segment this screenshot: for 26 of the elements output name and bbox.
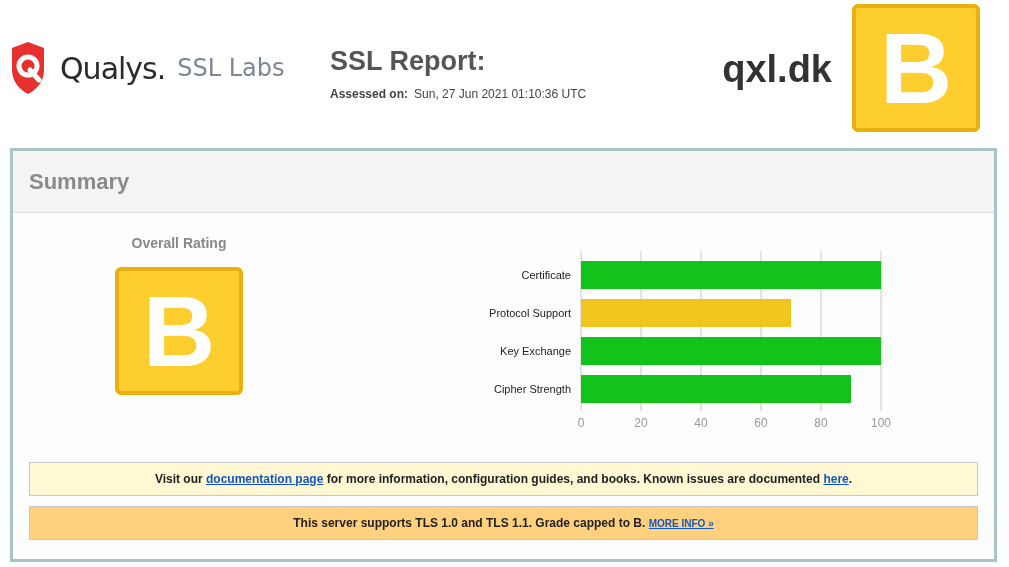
notice-message: This server supports TLS 1.0 and TLS 1.1. Grade capped to B. MORE INFO » bbox=[293, 516, 714, 530]
axis-tick-label: 40 bbox=[694, 416, 708, 430]
rating-label: Overall Rating bbox=[131, 235, 227, 251]
notice-link[interactable]: here bbox=[823, 472, 849, 486]
category-label: Protocol Support bbox=[489, 307, 571, 319]
shield-logo-icon bbox=[10, 40, 46, 96]
host-name: qxl.dk bbox=[722, 48, 832, 91]
assessed-date: Sun, 27 Jun 2021 01:10:36 UTC bbox=[414, 87, 587, 101]
category-label: Certificate bbox=[521, 269, 571, 281]
axis-tick-label: 0 bbox=[577, 416, 585, 430]
category-label: Key Exchange bbox=[500, 345, 571, 357]
axis-tick-label: 20 bbox=[634, 416, 648, 430]
product-name: SSL Labs bbox=[177, 54, 285, 82]
notice-link[interactable]: MORE INFO » bbox=[648, 518, 714, 529]
category-label: Cipher Strength bbox=[493, 383, 571, 395]
notice-link[interactable]: documentation page bbox=[206, 472, 324, 486]
axis-tick-label: 60 bbox=[754, 416, 768, 430]
grade-badge: B bbox=[115, 267, 243, 395]
notice-message: Visit our documentation page for more information, configuration guides, and books. Known issues are documented here. bbox=[154, 472, 853, 486]
report-title: SSL Report: bbox=[330, 46, 487, 77]
brand-name: Qualys. bbox=[60, 50, 166, 86]
assessed-label: Assessed on: bbox=[330, 87, 409, 101]
summary-title: Summary bbox=[29, 168, 130, 195]
grade-badge: B bbox=[852, 4, 980, 132]
axis-tick-label: 100 bbox=[871, 416, 891, 430]
axis-tick-label: 80 bbox=[814, 416, 828, 430]
